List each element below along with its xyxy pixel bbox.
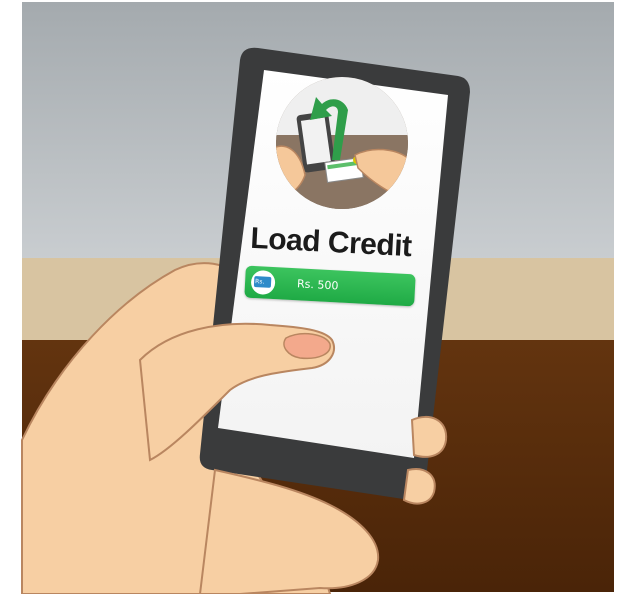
- rupee-note-icon: Rs.: [250, 269, 276, 296]
- finger-1: [410, 415, 448, 458]
- finger-2: [402, 468, 436, 505]
- recharge-amount-label: Rs. 500: [296, 277, 339, 293]
- thumbnail: [283, 332, 331, 360]
